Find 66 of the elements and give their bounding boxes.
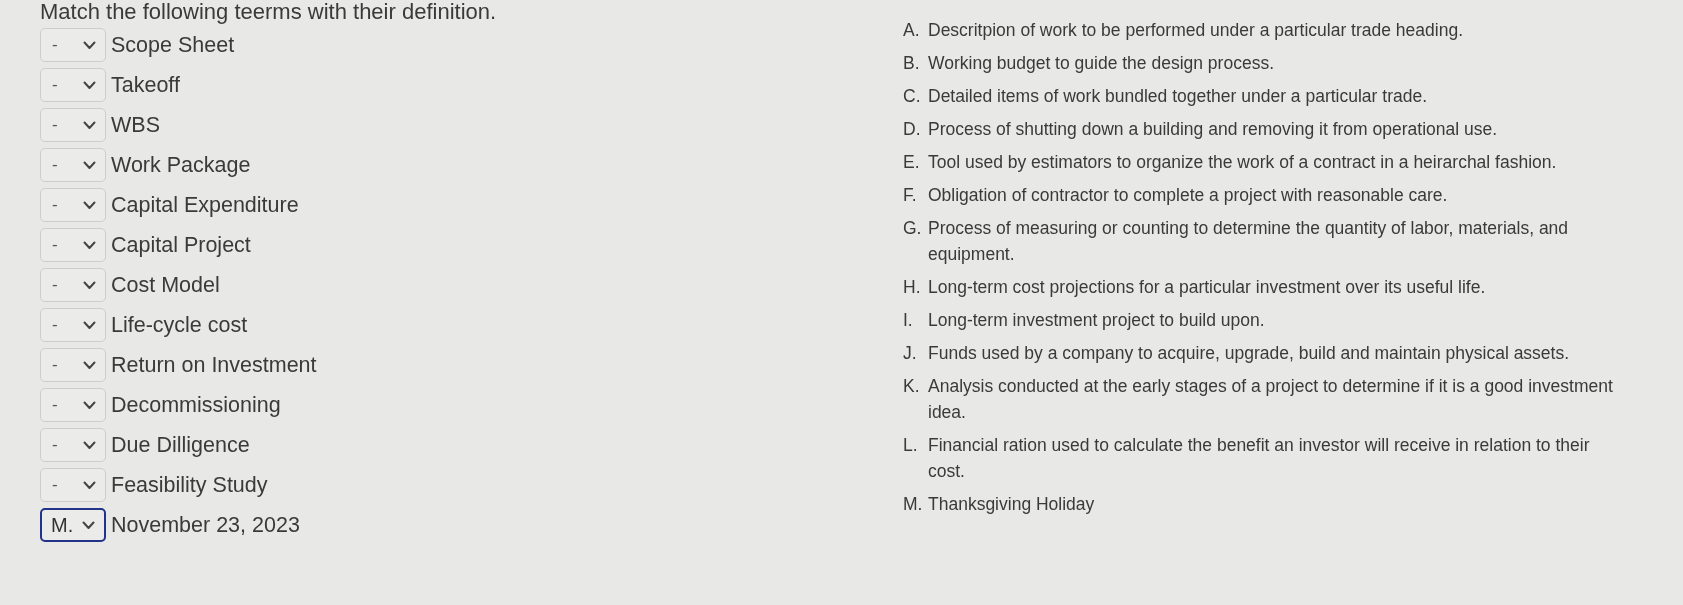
chevron-down-icon [83, 320, 96, 330]
answer-dropdown[interactable]: - [40, 348, 106, 382]
option-letter: E. [903, 151, 921, 174]
chevron-down-icon [83, 400, 96, 410]
option-letter: G. [903, 217, 923, 240]
option-letter: D. [903, 118, 922, 141]
term-label: Takeoff [111, 71, 180, 99]
definition-text: Descritpion of work to be performed under a particular trade heading. [928, 19, 1464, 42]
definition-text: Funds used by a company to acquire, upgrade, build and maintain physical assets. [928, 342, 1571, 365]
answer-dropdown[interactable]: - [40, 228, 106, 262]
option-letter: A. [903, 19, 921, 42]
definition-text: Working budget to guide the design process. [928, 52, 1275, 75]
chevron-down-icon [83, 80, 96, 90]
chevron-down-icon [83, 200, 96, 210]
term-label: Scope Sheet [111, 31, 235, 59]
term-label: WBS [111, 111, 160, 139]
definition-text: Thanksgiving Holiday [928, 493, 1096, 516]
term-label: Decommissioning [111, 391, 281, 419]
definition-text: Financial ration used to calculate the benefit an investor will receive in relation to their cost. [928, 434, 1591, 483]
option-letter: J. [903, 342, 918, 365]
chevron-down-icon [82, 520, 95, 530]
option-letter: K. [903, 375, 921, 398]
chevron-down-icon [83, 480, 96, 490]
term-label: November 23, 2023 [111, 511, 300, 539]
definition-text: Long-term investment project to build upon. [928, 309, 1266, 332]
term-label: Cost Model [111, 271, 220, 299]
definition-text: Tool used by estimators to organize the work of a contract in a heirarchal fashion. [928, 151, 1558, 174]
answer-dropdown[interactable]: - [40, 188, 106, 222]
answer-dropdown[interactable]: - [40, 148, 106, 182]
instruction-text: Match the following teerms with their definition. [40, 0, 498, 24]
answer-dropdown[interactable]: M. [40, 508, 106, 542]
answer-dropdown[interactable]: - [40, 468, 106, 502]
answer-dropdown[interactable]: - [40, 268, 106, 302]
definition-text: Analysis conducted at the early stages of a project to determine if it is a good investment idea. [928, 375, 1614, 424]
term-label: Capital Project [111, 231, 251, 259]
option-letter: F. [903, 184, 918, 207]
term-label: Life-cycle cost [111, 311, 248, 339]
definition-text: Process of measuring or counting to determine the quantity of labor, materials, and equipment. [928, 217, 1570, 266]
chevron-down-icon [83, 440, 96, 450]
option-letter: I. [903, 309, 914, 332]
chevron-down-icon [83, 360, 96, 370]
answer-dropdown[interactable]: - [40, 68, 106, 102]
term-label: Work Package [111, 151, 251, 179]
definition-text: Long-term cost projections for a particular investment over its useful life. [928, 276, 1487, 299]
option-letter: C. [903, 85, 922, 108]
definition-text: Process of shutting down a building and removing it from operational use. [928, 118, 1499, 141]
option-letter: H. [903, 276, 922, 299]
chevron-down-icon [83, 160, 96, 170]
definition-text: Detailed items of work bundled together under a particular trade. [928, 85, 1429, 108]
term-label: Feasibility Study [111, 471, 268, 499]
option-letter: M. [903, 493, 924, 516]
term-label: Capital Expenditure [111, 191, 299, 219]
answer-dropdown[interactable]: - [40, 428, 106, 462]
chevron-down-icon [83, 280, 96, 290]
option-letter: L. [903, 434, 919, 457]
option-letter: B. [903, 52, 921, 75]
term-label: Due Dilligence [111, 431, 250, 459]
answer-dropdown[interactable]: - [40, 108, 106, 142]
chevron-down-icon [83, 40, 96, 50]
answer-dropdown[interactable]: - [40, 308, 106, 342]
definition-text: Obligation of contractor to complete a project with reasonable care. [928, 184, 1449, 207]
answer-dropdown[interactable]: - [40, 28, 106, 62]
term-label: Return on Investment [111, 351, 317, 379]
chevron-down-icon [83, 120, 96, 130]
chevron-down-icon [83, 240, 96, 250]
answer-dropdown[interactable]: - [40, 388, 106, 422]
